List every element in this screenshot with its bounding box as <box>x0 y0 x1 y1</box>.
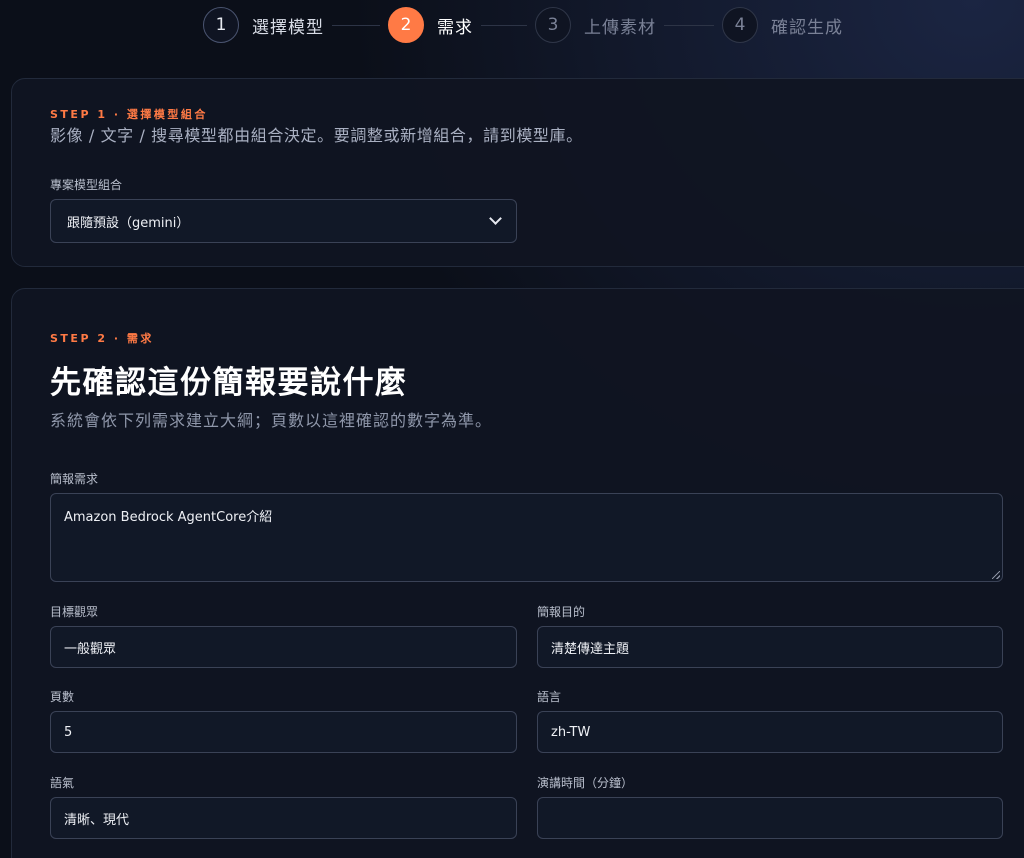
stepper: 1 選擇模型 2 需求 3 上傳素材 4 確認生成 <box>203 5 843 45</box>
step-label: 確認生成 <box>771 17 843 38</box>
requirement-label: 簡報需求 <box>50 472 99 486</box>
pages-label: 頁數 <box>50 690 75 704</box>
tone-label: 語氣 <box>50 776 75 790</box>
step-1-select-model[interactable]: 1 選擇模型 <box>203 7 324 43</box>
purpose-label: 簡報目的 <box>537 605 586 619</box>
model-combo-selected-value: 跟隨預設（gemini） <box>67 215 190 231</box>
step-label: 需求 <box>437 17 473 38</box>
step-connector <box>481 24 527 26</box>
step-3-upload-assets[interactable]: 3 上傳素材 <box>535 7 656 43</box>
step1-eyebrow: STEP 1 · 選擇模型組合 <box>50 108 208 121</box>
step-label: 上傳素材 <box>584 17 656 38</box>
step-number: 3 <box>535 7 571 43</box>
duration-label: 演講時間（分鐘） <box>537 776 634 790</box>
page-title: 先確認這份簡報要說什麼 <box>50 365 408 401</box>
step-connector <box>664 24 714 26</box>
step-number: 1 <box>203 7 239 43</box>
model-combo-label: 專案模型組合 <box>50 178 123 192</box>
step-number: 4 <box>722 7 758 43</box>
step1-description: 影像 / 文字 / 搜尋模型都由組合決定。要調整或新增組合，請到模型庫。 <box>50 126 583 145</box>
audience-input[interactable]: 一般觀眾 <box>50 626 517 668</box>
step-4-confirm-generate[interactable]: 4 確認生成 <box>722 7 843 43</box>
model-combo-select[interactable]: 跟隨預設（gemini） <box>50 199 517 243</box>
step-2-requirements[interactable]: 2 需求 <box>388 7 473 43</box>
requirements-card: STEP 2 · 需求 先確認這份簡報要說什麼 系統會依下列需求建立大綱；頁數以… <box>11 288 1024 858</box>
step-number: 2 <box>388 7 424 43</box>
chevron-down-icon <box>489 212 502 225</box>
page-subtitle: 系統會依下列需求建立大綱；頁數以這裡確認的數字為準。 <box>50 411 493 430</box>
step2-eyebrow: STEP 2 · 需求 <box>50 332 154 345</box>
pages-input[interactable]: 5 <box>50 711 517 753</box>
step-label: 選擇模型 <box>252 17 324 38</box>
audience-label: 目標觀眾 <box>50 605 99 619</box>
language-label: 語言 <box>537 690 562 704</box>
purpose-input[interactable]: 清楚傳達主題 <box>537 626 1003 668</box>
language-input[interactable]: zh-TW <box>537 711 1003 753</box>
requirement-textarea[interactable]: Amazon Bedrock AgentCore介紹 <box>50 493 1003 582</box>
duration-input[interactable] <box>537 797 1003 839</box>
requirement-text: Amazon Bedrock AgentCore介紹 <box>64 510 273 525</box>
resize-grip-icon[interactable] <box>992 571 1000 579</box>
step-connector <box>332 24 380 26</box>
tone-input[interactable]: 清晰、現代 <box>50 797 517 839</box>
model-combo-card: STEP 1 · 選擇模型組合 影像 / 文字 / 搜尋模型都由組合決定。要調整… <box>11 78 1024 267</box>
